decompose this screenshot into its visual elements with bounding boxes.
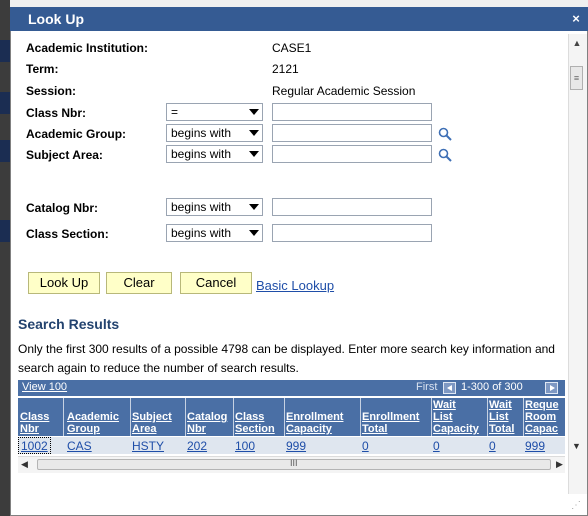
- column-header[interactable]: Class Section: [235, 411, 275, 435]
- session-label: Session:: [26, 84, 77, 98]
- class-nbr-operator-value: =: [171, 105, 179, 119]
- catalog-nbr-input[interactable]: [272, 198, 432, 216]
- column-header[interactable]: Catalog Nbr: [187, 411, 227, 435]
- next-page-icon[interactable]: [545, 382, 558, 394]
- enrollment-total-cell[interactable]: 0: [362, 439, 369, 453]
- class-section-operator-select[interactable]: begins with: [166, 224, 263, 242]
- chevron-down-icon: [249, 204, 259, 210]
- class-section-cell[interactable]: 100: [235, 439, 255, 453]
- search-results-note: Only the first 300 results of a possible…: [18, 342, 555, 375]
- results-grid-header: View 100 First 1-300 of 300: [18, 380, 565, 396]
- column-header[interactable]: Academic Group: [67, 411, 119, 435]
- subject-area-cell[interactable]: HSTY: [132, 439, 164, 453]
- catalog-nbr-operator-value: begins with: [171, 200, 232, 214]
- dialog-title: Look Up: [28, 11, 84, 27]
- previous-page-icon[interactable]: [443, 382, 456, 394]
- academic-group-operator-value: begins with: [171, 126, 232, 140]
- term-value: 2121: [272, 62, 299, 76]
- chevron-down-icon: [249, 151, 259, 157]
- search-icon[interactable]: [438, 127, 452, 141]
- column-header[interactable]: Wait List Total: [489, 399, 514, 435]
- column-header[interactable]: Enrollment Capacity: [286, 411, 343, 435]
- vertical-scroll-thumb[interactable]: ≡: [570, 66, 583, 90]
- class-nbr-operator-select[interactable]: =: [166, 103, 263, 121]
- catalog-nbr-operator-select[interactable]: begins with: [166, 198, 263, 216]
- class-section-input[interactable]: [272, 224, 432, 242]
- catalog-nbr-cell[interactable]: 202: [187, 439, 207, 453]
- close-icon[interactable]: ×: [569, 12, 583, 26]
- search-results-title: Search Results: [18, 316, 120, 332]
- enrollment-capacity-cell[interactable]: 999: [286, 439, 306, 453]
- academic-group-label: Academic Group:: [26, 127, 127, 141]
- session-value: Regular Academic Session: [272, 84, 416, 98]
- cancel-button[interactable]: Cancel: [180, 272, 252, 294]
- scroll-down-arrow-icon[interactable]: ▼: [572, 441, 581, 451]
- row-focus-outline: [18, 437, 51, 454]
- chevron-down-icon: [249, 130, 259, 136]
- scroll-right-arrow-icon[interactable]: ▶: [556, 459, 563, 470]
- wait-list-capacity-cell[interactable]: 0: [433, 439, 440, 453]
- background-strip: [0, 0, 588, 7]
- column-header[interactable]: Class Nbr: [20, 411, 49, 435]
- scroll-grip: III: [290, 458, 298, 468]
- first-label: First: [416, 381, 438, 393]
- column-header-row: Class Nbr Academic Group Subject Area Catal…: [18, 398, 565, 436]
- subject-area-label: Subject Area:: [26, 148, 103, 162]
- scroll-left-arrow-icon[interactable]: ◀: [21, 459, 28, 470]
- wait-list-total-cell[interactable]: 0: [489, 439, 496, 453]
- subject-area-operator-select[interactable]: begins with: [166, 145, 263, 163]
- chevron-down-icon: [249, 109, 259, 115]
- academic-group-input[interactable]: [272, 124, 432, 142]
- class-section-label: Class Section:: [26, 227, 109, 241]
- resize-grip-icon[interactable]: ⋰: [571, 500, 581, 511]
- subject-area-operator-value: begins with: [171, 147, 232, 161]
- class-nbr-input[interactable]: [272, 103, 432, 121]
- vertical-scrollbar[interactable]: [568, 34, 587, 494]
- basic-lookup-link[interactable]: Basic Lookup: [256, 278, 334, 293]
- column-header[interactable]: Subject Area: [132, 411, 172, 435]
- clear-button[interactable]: Clear: [106, 272, 172, 294]
- background-page-edge: [0, 0, 10, 516]
- class-nbr-label: Class Nbr:: [26, 106, 87, 120]
- look-up-button[interactable]: Look Up: [28, 272, 100, 294]
- dialog-title-bar[interactable]: [10, 7, 588, 31]
- catalog-nbr-label: Catalog Nbr:: [26, 201, 98, 215]
- class-section-operator-value: begins with: [171, 226, 232, 240]
- search-icon[interactable]: [438, 148, 452, 162]
- academic-group-cell[interactable]: CAS: [67, 439, 92, 453]
- column-header[interactable]: Wait List Capacity: [433, 399, 479, 435]
- scroll-up-arrow-icon[interactable]: ▲: [571, 38, 583, 50]
- subject-area-input[interactable]: [272, 145, 432, 163]
- table-row[interactable]: 1002 CAS HSTY 202 100 999 0 0 0 999: [18, 437, 565, 454]
- column-header[interactable]: Reque Room Capac: [525, 399, 559, 435]
- term-label: Term:: [26, 62, 59, 76]
- institution-value: CASE1: [272, 41, 312, 55]
- results-range: 1-300 of 300: [461, 381, 523, 393]
- view-100-link[interactable]: View 100: [22, 381, 67, 393]
- academic-group-operator-select[interactable]: begins with: [166, 124, 263, 142]
- room-capacity-cell[interactable]: 999: [525, 439, 545, 453]
- chevron-down-icon: [249, 230, 259, 236]
- column-header[interactable]: Enrollment Total: [362, 411, 419, 435]
- institution-label: Academic Institution:: [26, 41, 149, 55]
